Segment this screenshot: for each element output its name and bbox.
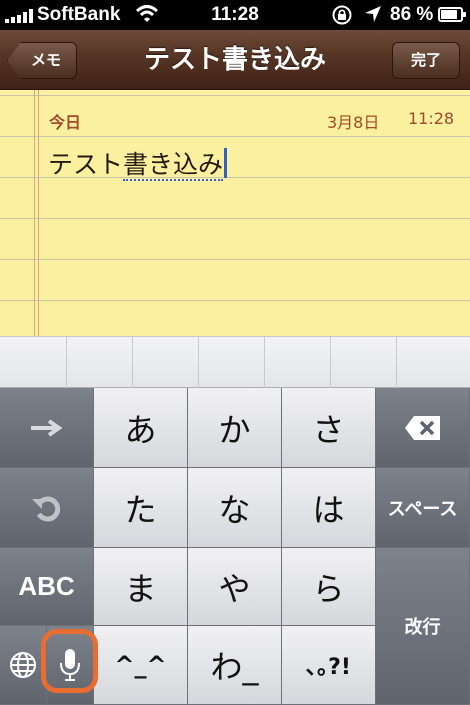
status-bar: SoftBank 11:28 86 % [0,0,470,30]
note-time: 11:28 [408,109,455,128]
arrow-right-icon [30,418,62,437]
key-punctuation[interactable]: ､｡?! [282,626,376,705]
key-ra[interactable]: ら [282,548,376,626]
candidate-cell[interactable] [67,337,133,389]
arrow-right-key[interactable] [0,388,94,468]
candidate-cell[interactable] [397,337,470,389]
undo-key[interactable] [0,468,94,548]
note-text-plain: テスト [48,150,124,179]
key-ha[interactable]: は [282,468,376,548]
undo-icon [31,496,60,521]
key-a[interactable]: あ [94,388,188,468]
key-ta[interactable]: た [94,468,188,548]
return-key[interactable]: 改行 [376,548,470,705]
done-button[interactable]: 完了 [392,42,460,79]
margin-line [38,90,39,336]
note-date-label: 今日 [49,113,82,132]
candidate-cell[interactable] [133,337,199,389]
navigation-bar: テスト書き込み メモ 完了 [0,30,470,90]
back-button-memo[interactable]: メモ [7,42,77,79]
key-emoticon[interactable]: ^_^ [94,626,188,705]
note-editor[interactable]: 今日 3月8日 11:28 テスト書き込み [0,90,470,336]
key-wa[interactable]: わ_ [188,626,282,705]
text-cursor [224,148,228,178]
abc-key[interactable]: ABC [0,548,94,626]
candidate-cell[interactable] [331,337,397,389]
candidate-cell[interactable] [199,337,265,389]
battery-icon [438,7,466,22]
candidate-bar [0,336,470,389]
battery-percentage: 86 % [390,4,434,25]
location-arrow-icon [365,6,381,22]
key-ma[interactable]: ま [94,548,188,626]
space-key[interactable]: スペース [376,468,470,548]
key-sa[interactable]: さ [282,388,376,468]
delete-icon [404,415,440,440]
key-na[interactable]: な [188,468,282,548]
key-ka[interactable]: か [188,388,282,468]
note-text-marked: 書き込み [123,150,224,181]
microphone-highlight-ring [41,629,98,693]
note-date: 3月8日 [327,113,380,132]
margin-line [34,90,35,336]
key-ya[interactable]: や [188,548,282,626]
rotation-lock-icon [332,5,352,25]
delete-key[interactable] [376,388,470,468]
note-text[interactable]: テスト書き込み [48,145,228,181]
candidate-cell[interactable] [265,337,331,389]
candidate-cell[interactable] [0,337,67,389]
globe-icon [10,652,36,678]
globe-key[interactable] [0,626,47,705]
